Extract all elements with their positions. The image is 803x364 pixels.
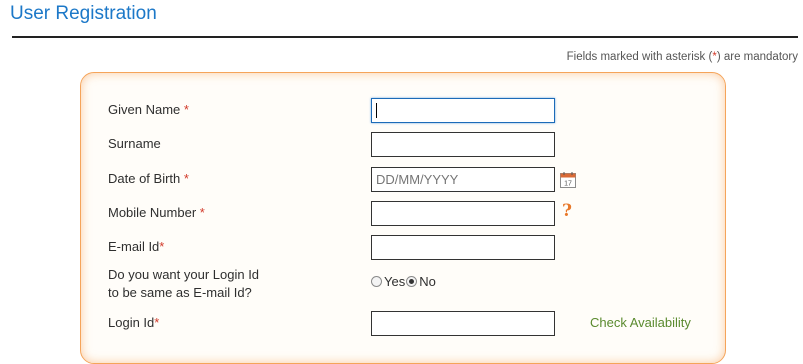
radio-yes-label[interactable]: Yes bbox=[384, 274, 405, 289]
email-label-text: E-mail Id bbox=[108, 239, 160, 254]
calendar-icon[interactable]: 17 bbox=[560, 172, 576, 188]
surname-label: Surname bbox=[108, 136, 161, 151]
radio-no[interactable] bbox=[406, 276, 418, 287]
login-id-label: Login Id* bbox=[108, 314, 159, 332]
given-name-required-mark: * bbox=[183, 102, 189, 117]
login-same-question: Do you want your Login Id to be same as … bbox=[108, 266, 259, 302]
page-title: User Registration bbox=[10, 3, 157, 24]
date-of-birth-label: Date of Birth * bbox=[108, 170, 189, 188]
mobile-number-input[interactable] bbox=[371, 201, 555, 226]
registration-form-panel: Given Name * Surname Date of Birth * 17 … bbox=[80, 72, 726, 364]
mandatory-note-text-after: ) are mandatory bbox=[716, 51, 798, 63]
login-same-radio-group: Yes No bbox=[371, 274, 437, 289]
date-of-birth-required-mark: * bbox=[183, 171, 189, 186]
given-name-input[interactable] bbox=[371, 98, 555, 123]
svg-text:17: 17 bbox=[564, 181, 572, 188]
surname-input[interactable] bbox=[371, 132, 555, 157]
login-id-required-mark: * bbox=[154, 315, 160, 330]
title-divider bbox=[12, 36, 798, 38]
radio-yes[interactable] bbox=[371, 276, 382, 287]
given-name-label: Given Name * bbox=[108, 101, 189, 119]
mobile-number-label: Mobile Number * bbox=[108, 204, 205, 222]
login-same-question-line1: Do you want your Login Id bbox=[108, 267, 260, 282]
date-of-birth-input[interactable] bbox=[371, 167, 555, 192]
question-mark-icon[interactable]: ? bbox=[562, 201, 572, 221]
radio-no-label[interactable]: No bbox=[419, 274, 436, 289]
email-input[interactable] bbox=[371, 235, 555, 260]
login-id-input[interactable] bbox=[371, 311, 555, 336]
email-label: E-mail Id* bbox=[108, 238, 164, 256]
given-name-label-text: Given Name bbox=[108, 102, 181, 117]
login-id-label-text: Login Id bbox=[108, 315, 155, 330]
date-of-birth-label-text: Date of Birth bbox=[108, 171, 181, 186]
check-availability-link[interactable]: Check Availability bbox=[590, 315, 691, 330]
login-same-question-line2: to be same as E-mail Id? bbox=[108, 285, 252, 300]
mandatory-note: Fields marked with asterisk (*) are mand… bbox=[567, 51, 798, 63]
mobile-number-required-mark: * bbox=[199, 205, 205, 220]
mobile-number-label-text: Mobile Number bbox=[108, 205, 197, 220]
mandatory-note-text-before: Fields marked with asterisk ( bbox=[566, 51, 713, 63]
email-required-mark: * bbox=[159, 239, 165, 254]
text-caret bbox=[376, 103, 377, 118]
